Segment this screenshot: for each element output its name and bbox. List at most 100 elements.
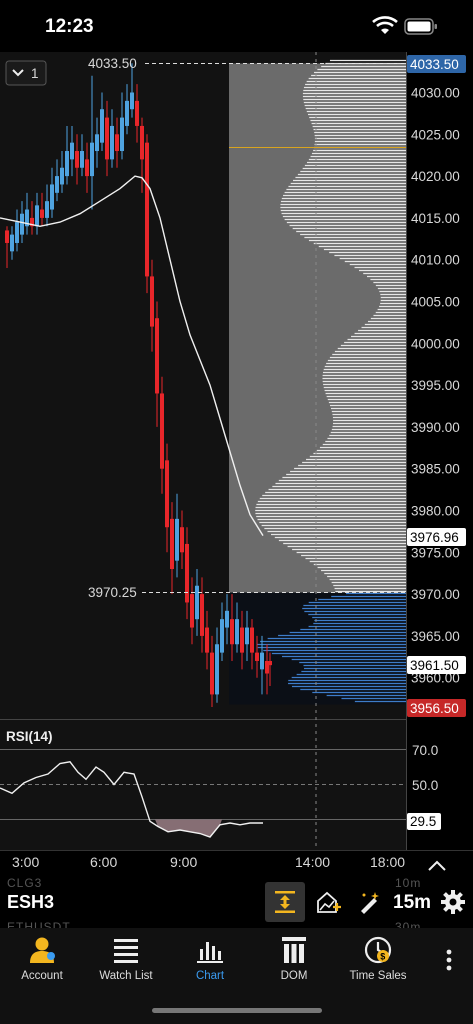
- candle-body: [175, 518, 179, 561]
- candle-body: [190, 594, 194, 628]
- price-level-label: 4000.00: [411, 336, 460, 351]
- candle-body: [255, 652, 259, 661]
- candle-body: [15, 222, 19, 243]
- candle-body: [245, 627, 249, 645]
- more-menu-button[interactable]: [445, 946, 453, 976]
- add-alert-button[interactable]: [309, 882, 349, 922]
- fit-vertical-icon: [275, 891, 295, 913]
- price-level-label: 3965.00: [411, 629, 460, 644]
- fit-vertical-button[interactable]: [265, 882, 305, 922]
- status-bar: 12:23: [0, 0, 473, 52]
- time-label-1: 6:00: [90, 854, 117, 870]
- price-level-label: 4020.00: [411, 169, 460, 184]
- price-level-label: 4005.00: [411, 295, 460, 310]
- settings-button[interactable]: [433, 882, 473, 922]
- candle-body: [125, 100, 129, 126]
- candle-body: [268, 660, 272, 666]
- price-level-label: 3975.00: [411, 545, 460, 560]
- candle-body: [75, 151, 79, 168]
- price-level-label: 3970.00: [411, 587, 460, 602]
- price-level-label: 3990.00: [411, 420, 460, 435]
- tab-chart[interactable]: Chart: [169, 934, 251, 994]
- rsi-level-70: 70.0: [412, 743, 438, 758]
- rsi-value-tag: 29.5: [407, 813, 441, 830]
- time-label-2: 9:00: [170, 854, 197, 870]
- candle-body: [210, 652, 214, 695]
- candle-body: [225, 610, 229, 628]
- candle-body: [65, 151, 69, 177]
- candle-body: [40, 209, 44, 218]
- candle-body: [110, 125, 114, 160]
- account-icon: [30, 937, 55, 963]
- time-label-3: 14:00: [295, 854, 330, 870]
- candle-body: [195, 585, 199, 620]
- tab-time-sales-label: Time Sales: [349, 970, 407, 982]
- high-price-tag: 4033.50: [407, 55, 466, 73]
- magic-pen-icon: [361, 892, 379, 914]
- candle-body: [70, 142, 74, 160]
- svg-text:29.5: 29.5: [410, 814, 436, 829]
- candle-body: [185, 543, 189, 603]
- volume-profile-current: [229, 592, 406, 705]
- tab-time-sales[interactable]: $ Time Sales: [337, 934, 419, 994]
- price-level-label: 3995.00: [411, 378, 460, 393]
- candle: [145, 134, 149, 294]
- price-axis: 4030.00 4025.00 4020.00 4015.00 4010.00 4005.…: [411, 86, 460, 686]
- candle-body: [55, 176, 59, 193]
- tab-dom-label: DOM: [280, 970, 308, 982]
- candle-body: [230, 619, 234, 645]
- candle-body: [155, 318, 159, 394]
- candle-body: [260, 652, 264, 670]
- candle-body: [150, 276, 154, 327]
- price-level-label: 4025.00: [411, 127, 460, 142]
- price-chart[interactable]: 4033.50 3970.25 1 4030.004025.004020.004…: [0, 52, 473, 878]
- svg-text:3976.96: 3976.96: [410, 530, 459, 545]
- candle-body: [115, 134, 119, 152]
- tab-dom[interactable]: DOM: [253, 934, 335, 994]
- wifi-icon: [372, 16, 398, 34]
- candle-body: [90, 142, 94, 177]
- candle-body: [215, 644, 219, 695]
- time-label-4: 18:00: [370, 854, 405, 870]
- candle-body: [20, 213, 24, 235]
- candle-body: [10, 234, 14, 252]
- candle-body: [170, 518, 174, 570]
- candle-body: [100, 109, 104, 143]
- chart-alert-icon: [317, 891, 341, 913]
- low-label: 3970.25: [88, 585, 137, 600]
- status-time: 12:23: [45, 16, 94, 37]
- candle-body: [120, 117, 124, 152]
- candle-body: [45, 201, 49, 218]
- tab-watch-list[interactable]: Watch List: [85, 934, 167, 994]
- symbol-name[interactable]: ESH3: [7, 892, 54, 913]
- candle-body: [95, 134, 99, 152]
- candle-body: [200, 594, 204, 636]
- svg-text:$: $: [380, 952, 385, 962]
- status-icons: [363, 16, 443, 38]
- tab-account[interactable]: Account: [1, 934, 83, 994]
- last-price-tag: 3961.50: [407, 656, 466, 674]
- symbol-ghost-above: CLG3: [7, 876, 43, 890]
- chart-toolbar: CLG3 ESH3 ETHUSDT 10m 30m 15m: [0, 876, 473, 934]
- candle-body: [205, 627, 209, 653]
- price-level-label: 4030.00: [411, 86, 460, 101]
- candle-body: [165, 460, 169, 528]
- rsi-level-50: 50.0: [412, 778, 438, 793]
- chart-icon: [197, 942, 223, 963]
- candle-body: [80, 151, 84, 168]
- tab-account-label: Account: [21, 970, 63, 982]
- timeframe-ghost-above: 10m: [395, 876, 422, 890]
- price-level-label: 4010.00: [411, 253, 460, 268]
- price-level-label: 3985.00: [411, 462, 460, 477]
- candle-body: [130, 92, 134, 110]
- drawing-tools-button[interactable]: [349, 882, 389, 922]
- tab-watch-list-label: Watch List: [99, 970, 153, 982]
- price-level-label: 4015.00: [411, 211, 460, 226]
- indicator-selector-button[interactable]: 1: [5, 60, 47, 86]
- timeframe-selector[interactable]: 15m: [393, 892, 431, 914]
- home-indicator: [152, 1008, 322, 1013]
- tab-chart-label: Chart: [195, 970, 225, 982]
- gear-icon: [441, 890, 465, 914]
- high-label: 4033.50: [88, 56, 137, 71]
- time-label-0: 3:00: [12, 854, 39, 870]
